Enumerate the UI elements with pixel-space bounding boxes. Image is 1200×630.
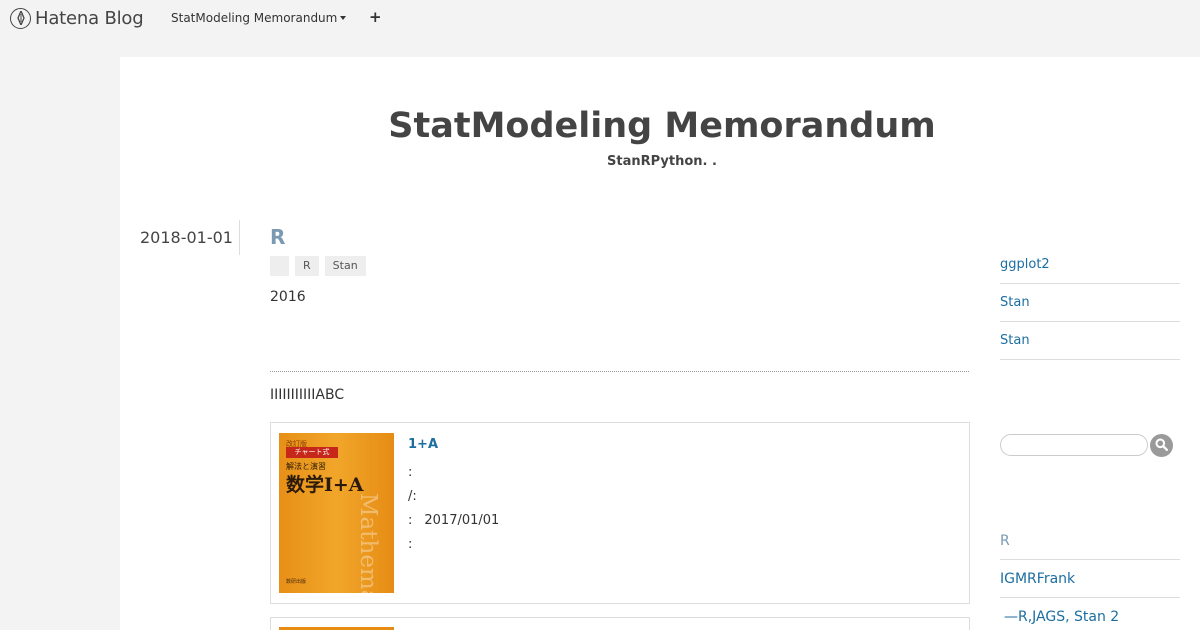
blog-description: StanRPython. . [607,154,717,169]
entry-body-text: IIIIIIIIIIIABC [270,387,345,403]
book-meta-row: : [408,465,424,480]
blog-switcher-label: StatModeling Memorandum [171,11,338,25]
category-tag[interactable]: R [295,256,319,276]
global-header: Hatena Blog StatModeling Memorandum + [0,0,1200,38]
book-cover-image[interactable]: 改訂版 チャート式 解法と演習 数学I+A Mathematics 数研出版 [279,433,394,593]
hatena-blog-logo[interactable]: Hatena Blog [10,7,144,29]
category-tag[interactable]: Stan [324,256,366,276]
book-card [270,617,970,630]
entry-date: 2018-01-01 [140,220,240,255]
recent-entry-link[interactable]: —R,JAGS, Stan 2 [1000,598,1180,630]
search-input[interactable] [1000,434,1148,456]
cover-publisher: 数研出版 [286,579,307,585]
book-meta-row: :2017/01/01 [408,513,499,528]
book-meta-row: : [408,537,424,552]
page-content: StatModeling Memorandum StanRPython. . 2… [120,57,1200,630]
recent-entry-link[interactable]: R [1000,522,1180,560]
entry-categories: R Stan [270,256,366,276]
add-button[interactable]: + [369,8,382,26]
search-button[interactable] [1150,434,1173,457]
entry-date-text[interactable]: 2018-01-01 [140,228,233,247]
book-title-link[interactable]: 1+A [408,437,438,452]
blog-switcher-dropdown[interactable]: StatModeling Memorandum [171,11,347,25]
meta-value: 2017/01/01 [424,513,500,528]
blog-title[interactable]: StatModeling Memorandum [120,106,1200,146]
sidebar-link[interactable]: Stan [1000,284,1180,322]
meta-label: : [408,513,413,528]
cover-watermark: Mathematics [355,493,381,593]
recent-entry-link[interactable]: IGMRFrank [1000,560,1180,598]
entry-title[interactable]: R [270,225,285,249]
meta-label: /: [408,489,417,504]
book-meta-row: /: [408,489,429,504]
cover-main-title: 数学I+A [286,474,364,496]
search-form [1000,433,1180,457]
logo-text: Hatena Blog [35,7,144,29]
sidebar-link[interactable]: ggplot2 [1000,246,1180,284]
meta-label: : [408,465,413,480]
cover-series: チャート式 [286,447,338,458]
meta-label: : [408,537,413,552]
pen-nib-icon [10,7,31,29]
category-tag[interactable] [270,256,289,276]
caret-down-icon [340,16,347,20]
divider [270,371,969,372]
book-card: 改訂版 チャート式 解法と演習 数学I+A Mathematics 数研出版 1… [270,422,970,604]
search-icon [1155,436,1169,455]
entry-intro-text: 2016 [270,289,306,305]
sidebar-link[interactable]: Stan [1000,322,1180,360]
